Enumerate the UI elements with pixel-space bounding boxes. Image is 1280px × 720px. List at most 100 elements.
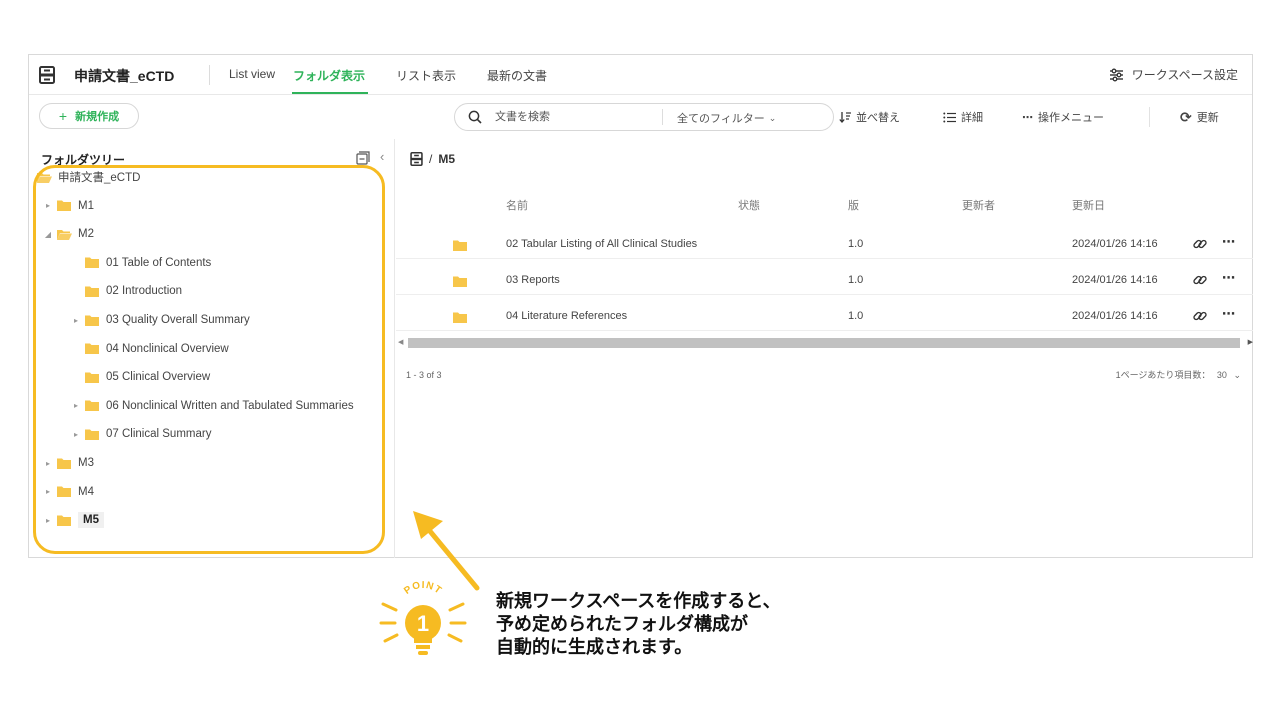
- tree-item-label: 07 Clinical Summary: [106, 428, 212, 441]
- caret-right-icon[interactable]: ▸: [43, 487, 53, 496]
- tree-item[interactable]: 05 Clinical Overview: [71, 366, 210, 388]
- detail-button[interactable]: 詳細: [943, 109, 983, 125]
- tab-folder-view[interactable]: フォルダ表示: [293, 67, 365, 84]
- tree-item[interactable]: ▸ M3: [43, 452, 94, 474]
- tree-item[interactable]: ▸ 07 Clinical Summary: [71, 423, 211, 445]
- tree-item[interactable]: ▸ M4: [43, 481, 94, 503]
- search-icon[interactable]: [468, 110, 482, 124]
- caret-right-icon[interactable]: ▸: [43, 516, 53, 525]
- toolbar: + 新規作成 全てのフィルター ⌄ 並べ替え: [29, 95, 1252, 139]
- tree-item[interactable]: 申請文書_eCTD: [33, 166, 140, 188]
- workspace-icon[interactable]: [410, 152, 423, 166]
- new-create-button[interactable]: + 新規作成: [39, 103, 139, 129]
- column-header-name[interactable]: 名前: [506, 197, 528, 213]
- table-row[interactable]: 04 Literature References 1.0 2024/01/26 14…: [396, 301, 1253, 331]
- column-header-updated-by[interactable]: 更新者: [962, 197, 995, 213]
- caret-right-icon[interactable]: ▸: [43, 201, 53, 210]
- lightbulb-icon: POINT 1: [379, 580, 467, 655]
- folder-icon: [57, 200, 71, 212]
- more-icon[interactable]: ⋯: [1222, 306, 1235, 322]
- tree-item-label: 05 Clinical Overview: [106, 371, 211, 384]
- folder-icon: [57, 515, 71, 526]
- table-row[interactable]: 02 Tabular Listing of All Clinical Studi…: [396, 229, 1253, 259]
- folder-icon: [57, 486, 71, 498]
- tree-item-label: M3: [78, 457, 94, 469]
- sort-button[interactable]: 並べ替え: [839, 109, 900, 125]
- tree-item-label: 03 Quality Overall Summary: [106, 314, 250, 326]
- tree-item-label: M5: [78, 512, 104, 529]
- filter-label: 全てのフィルター: [677, 113, 765, 125]
- collapse-all-icon[interactable]: [356, 151, 370, 165]
- app-window: 申請文書_eCTD List view フォルダ表示 リスト表示 最新の文書 ワ…: [28, 54, 1253, 558]
- caption-line: 自動的に生成されます。: [496, 637, 693, 657]
- chevron-down-icon: ⌄: [1233, 370, 1241, 380]
- divider: [209, 65, 210, 85]
- link-icon[interactable]: [1193, 309, 1207, 323]
- action-menu-button[interactable]: ⋯ 操作メニュー: [1022, 109, 1104, 125]
- folder-icon: [453, 274, 467, 287]
- cell-version: 1.0: [848, 274, 864, 286]
- settings-label: ワークスペース設定: [1131, 68, 1238, 82]
- cell-name[interactable]: 02 Tabular Listing of All Clinical Studi…: [506, 238, 697, 250]
- tree-item[interactable]: ▸ M5: [43, 509, 104, 531]
- folder-open-icon: [57, 229, 72, 240]
- tree-item[interactable]: ▸ 03 Quality Overall Summary: [71, 309, 250, 331]
- tree-item[interactable]: 04 Nonclinical Overview: [71, 338, 229, 360]
- tree-item[interactable]: ▸ 06 Nonclinical Written and Tabulated Su…: [71, 395, 354, 417]
- more-icon[interactable]: ⋯: [1222, 270, 1235, 286]
- tree-item[interactable]: ▸ M1: [43, 195, 94, 217]
- caret-right-icon[interactable]: ▸: [71, 316, 81, 325]
- per-page-value: 30: [1216, 370, 1227, 380]
- per-page-select[interactable]: 1ページあたり項目数： 30 ⌄: [1116, 368, 1241, 381]
- detail-label: 詳細: [961, 112, 983, 124]
- tree-item-label: 04 Nonclinical Overview: [106, 342, 229, 355]
- workspace-settings-button[interactable]: ワークスペース設定: [1109, 66, 1238, 83]
- caret-right-icon[interactable]: ▸: [71, 430, 81, 439]
- tree-item[interactable]: ◢ M2: [43, 223, 94, 245]
- caret-down-icon[interactable]: ◢: [43, 230, 53, 239]
- active-tab-indicator: [292, 92, 368, 94]
- scrollbar-thumb[interactable]: [408, 338, 1240, 348]
- chevron-left-icon[interactable]: ‹: [380, 149, 384, 164]
- column-header-updated-at[interactable]: 更新日: [1072, 197, 1105, 213]
- pagination-info: 1 - 3 of 3: [406, 370, 442, 380]
- action-menu-label: 操作メニュー: [1038, 112, 1104, 124]
- cell-name[interactable]: 03 Reports: [506, 274, 560, 286]
- folder-icon: [453, 310, 467, 323]
- folder-icon: [57, 458, 71, 469]
- link-icon[interactable]: [1193, 273, 1207, 287]
- cell-name[interactable]: 04 Literature References: [506, 310, 627, 322]
- tab-list-display[interactable]: リスト表示: [396, 67, 456, 84]
- folder-icon: [85, 429, 99, 440]
- search-input[interactable]: [495, 109, 645, 125]
- tree-item-label: 02 Introduction: [106, 285, 183, 298]
- tab-recent-documents[interactable]: 最新の文書: [487, 67, 547, 84]
- search-box: 全てのフィルター ⌄: [454, 103, 834, 131]
- more-icon[interactable]: ⋯: [1222, 234, 1235, 250]
- scroll-left-icon[interactable]: ◀: [398, 338, 403, 346]
- tree-item-label: 申請文書_eCTD: [58, 172, 141, 184]
- divider: [662, 109, 663, 125]
- link-icon[interactable]: [1193, 237, 1207, 251]
- svg-text:POINT: POINT: [402, 580, 444, 597]
- workspace-icon: [39, 66, 55, 84]
- filter-select[interactable]: 全てのフィルター ⌄: [677, 110, 776, 126]
- refresh-icon: ⟳: [1180, 108, 1192, 125]
- main-panel: / M5 名前 状態 版 更新者 更新日 02 Tabular Listing …: [396, 139, 1253, 558]
- new-create-label: 新規作成: [75, 111, 120, 123]
- refresh-button[interactable]: ⟳ 更新: [1180, 109, 1219, 125]
- folder-icon: [85, 257, 99, 269]
- tab-list-view[interactable]: List view: [229, 67, 275, 81]
- column-header-version[interactable]: 版: [848, 197, 859, 213]
- column-header-status[interactable]: 状態: [738, 197, 760, 213]
- caret-right-icon[interactable]: ▸: [43, 459, 53, 468]
- tree-item[interactable]: 02 Introduction: [71, 280, 182, 302]
- folder-icon: [453, 238, 467, 251]
- horizontal-scrollbar[interactable]: ◀ ▶: [396, 337, 1253, 349]
- tree-item[interactable]: 01 Table of Contents: [71, 252, 211, 274]
- table-row[interactable]: 03 Reports 1.0 2024/01/26 14:16 ⋯: [396, 265, 1253, 295]
- breadcrumb-separator: /: [429, 152, 433, 166]
- scroll-right-icon[interactable]: ▶: [1248, 338, 1253, 346]
- sliders-icon: [1109, 68, 1123, 81]
- caret-right-icon[interactable]: ▸: [71, 401, 81, 410]
